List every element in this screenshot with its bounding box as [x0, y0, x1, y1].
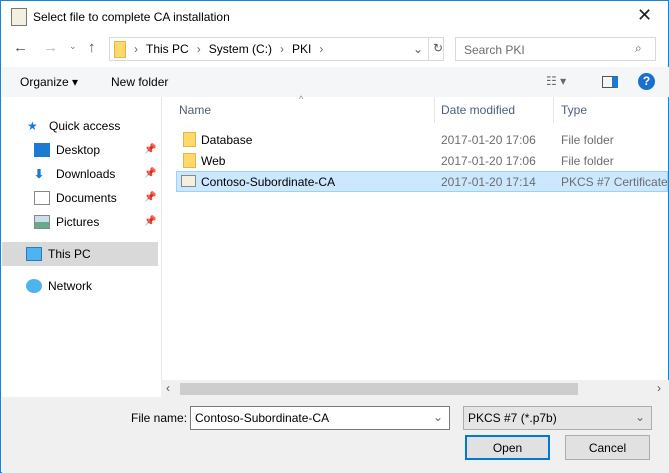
folder-icon	[183, 132, 196, 147]
pin-icon[interactable]: 📌	[144, 216, 156, 227]
nav-label: Downloads	[56, 167, 116, 181]
file-date: 2017-01-20 17:14	[441, 174, 536, 189]
organize-button[interactable]: Organize ▾	[20, 75, 78, 89]
nav-label: Documents	[56, 191, 117, 205]
search-input[interactable]: Search PKI	[455, 37, 656, 61]
dialog-footer: File name: Contoso-Subordinate-CA ⌄ PKCS …	[2, 397, 669, 473]
address-bar[interactable]: › This PC › System (C:) › PKI › ⌄ ↻	[109, 37, 444, 61]
file-type: File folder	[561, 132, 614, 147]
file-row[interactable]: Web 2017-01-20 17:06 File folder	[176, 150, 668, 171]
file-date: 2017-01-20 17:06	[441, 132, 536, 147]
download-arrow-icon: ⬇	[34, 167, 45, 181]
file-name: Web	[201, 153, 226, 168]
back-button[interactable]: ←	[13, 39, 28, 56]
view-options-icon[interactable]: ☷ ▾	[546, 74, 566, 88]
forward-button[interactable]: →	[43, 39, 58, 56]
column-divider[interactable]	[553, 97, 554, 123]
navigation-pane: ★ Quick access Desktop 📌 ⬇ Downloads 📌 Doc…	[2, 97, 161, 397]
network-icon	[26, 279, 42, 293]
up-button[interactable]: ↑	[88, 39, 96, 56]
scroll-right-icon[interactable]: ›	[657, 381, 661, 395]
pin-icon[interactable]: 📌	[144, 192, 156, 203]
file-date: 2017-01-20 17:06	[441, 153, 536, 168]
file-type: File folder	[561, 153, 614, 168]
file-type: PKCS #7 Certificates	[561, 174, 669, 189]
nav-this-pc[interactable]: This PC	[2, 242, 158, 266]
pin-icon[interactable]: 📌	[144, 168, 156, 179]
breadcrumb-this-pc[interactable]: This PC	[146, 42, 189, 56]
file-name: Database	[201, 132, 253, 147]
file-name-input[interactable]: Contoso-Subordinate-CA ⌄	[190, 406, 450, 430]
new-folder-button[interactable]: New folder	[111, 75, 168, 89]
close-button[interactable]: ✕	[637, 5, 652, 26]
column-header-date[interactable]: Date modified	[441, 103, 515, 117]
recent-locations-chevron-icon[interactable]: ⌄	[69, 41, 77, 52]
breadcrumb-pki[interactable]: PKI	[292, 42, 311, 56]
certificate-app-icon	[11, 8, 27, 26]
file-type-value: PKCS #7 (*.p7b)	[468, 411, 557, 425]
desktop-icon	[34, 143, 50, 157]
nav-label: Quick access	[49, 119, 121, 133]
open-button[interactable]: Open	[465, 435, 550, 460]
certificate-icon	[181, 175, 196, 187]
pictures-icon	[34, 215, 50, 229]
chevron-down-icon[interactable]: ⌄	[433, 410, 443, 424]
nav-quick-access[interactable]: ★ Quick access	[27, 114, 183, 138]
help-icon[interactable]: ?	[638, 73, 655, 90]
folder-icon	[183, 153, 196, 168]
breadcrumb-system-c[interactable]: System (C:)	[209, 42, 272, 56]
refresh-button[interactable]: ↻	[428, 38, 447, 60]
nav-label: Network	[48, 279, 93, 293]
star-icon: ★	[27, 119, 38, 133]
file-name-label: File name:	[131, 411, 188, 425]
column-divider[interactable]	[434, 97, 435, 123]
cancel-button[interactable]: Cancel	[565, 435, 650, 460]
window-title: Select file to complete CA installation	[33, 10, 230, 24]
nav-label: Desktop	[56, 143, 101, 157]
file-name-value: Contoso-Subordinate-CA	[195, 411, 330, 425]
file-row[interactable]: Database 2017-01-20 17:06 File folder	[176, 129, 668, 150]
nav-network[interactable]: Network	[26, 274, 182, 298]
horizontal-scrollbar[interactable]: ‹ ›	[161, 380, 669, 397]
organize-label: Organize	[20, 75, 69, 89]
preview-pane-icon[interactable]	[602, 76, 618, 88]
folder-icon	[114, 40, 126, 58]
file-row-selected[interactable]: Contoso-Subordinate-CA 2017-01-20 17:14 PK…	[176, 171, 669, 192]
sort-ascending-icon: ^	[299, 94, 304, 104]
address-dropdown-icon[interactable]: ⌄	[413, 42, 423, 56]
chevron-down-icon: ⌄	[634, 410, 645, 424]
documents-icon	[34, 191, 50, 205]
file-list: ^ Name Date modified Type Database 2017-0…	[161, 94, 669, 380]
toolbar: Organize ▾ New folder ☷ ▾ ?	[2, 67, 669, 97]
search-icon: ⌕	[635, 41, 642, 55]
pin-icon[interactable]: 📌	[144, 144, 156, 155]
scroll-left-icon[interactable]: ‹	[166, 381, 170, 395]
column-header-type[interactable]: Type	[561, 103, 587, 117]
file-dialog: Select file to complete CA installation …	[0, 0, 669, 473]
file-type-select[interactable]: PKCS #7 (*.p7b) ⌄	[463, 406, 652, 430]
file-name: Contoso-Subordinate-CA	[201, 174, 336, 189]
column-header-name[interactable]: Name	[179, 103, 211, 117]
nav-label: Pictures	[56, 215, 100, 229]
computer-icon	[26, 247, 42, 261]
nav-label: This PC	[48, 247, 91, 261]
scrollbar-thumb[interactable]	[180, 383, 578, 395]
